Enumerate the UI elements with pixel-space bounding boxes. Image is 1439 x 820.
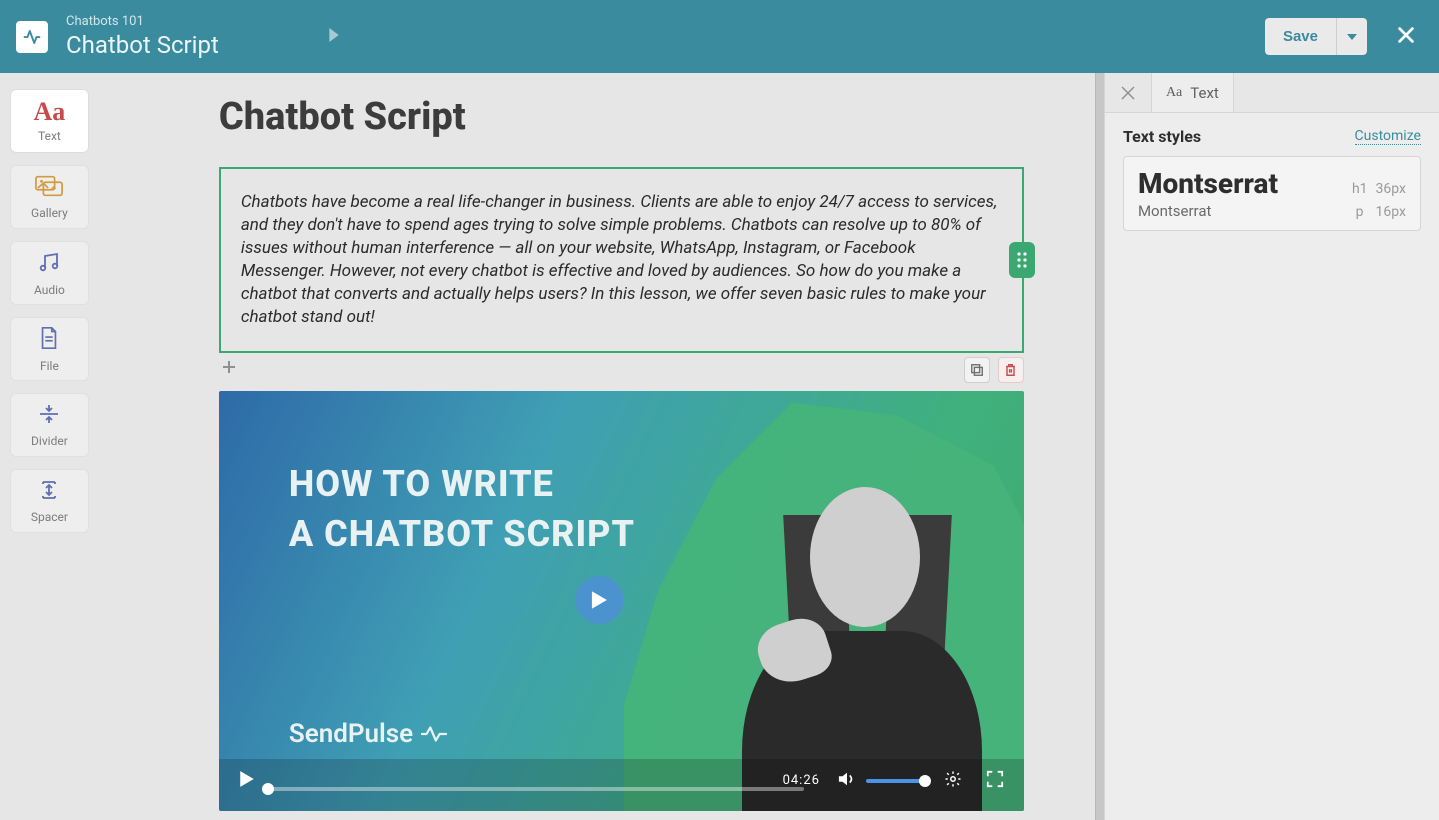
volume-icon xyxy=(838,771,856,787)
style-body-font: Montserrat xyxy=(1138,202,1211,220)
tool-label: File xyxy=(40,359,59,373)
video-settings-button[interactable] xyxy=(940,766,966,795)
tool-text[interactable]: Aa Text xyxy=(10,89,89,153)
pulse-icon xyxy=(421,724,447,744)
block-toolbar xyxy=(219,357,1024,383)
play-icon xyxy=(239,770,255,788)
breadcrumb-forward-icon[interactable] xyxy=(329,27,339,46)
tool-file[interactable]: File xyxy=(10,317,89,381)
video-volume-slider[interactable] xyxy=(866,779,926,783)
page-title[interactable]: Chatbot Script xyxy=(219,95,1024,139)
tool-rail: Aa Text Gallery Audio xyxy=(0,73,99,820)
video-time: 04:26 xyxy=(783,773,820,788)
style-h1-tag: h1 xyxy=(1352,181,1368,197)
right-panel: Aa Text Text styles Customize Montserrat… xyxy=(1104,73,1439,820)
tool-divider[interactable]: Divider xyxy=(10,393,89,457)
music-icon xyxy=(37,250,61,279)
breadcrumb-parent[interactable]: Chatbots 101 xyxy=(66,14,219,29)
text-small-icon: Aa xyxy=(1166,85,1182,101)
duplicate-block-button[interactable] xyxy=(964,357,990,383)
text-block-content[interactable]: Chatbots have become a real life-changer… xyxy=(241,192,997,327)
file-icon xyxy=(38,326,60,355)
customize-link[interactable]: Customize xyxy=(1355,128,1421,145)
video-progress-thumb[interactable] xyxy=(262,783,274,795)
trash-icon xyxy=(1004,363,1017,377)
breadcrumb: Chatbots 101 Chatbot Script xyxy=(66,14,219,59)
presenter-image xyxy=(674,451,1014,811)
plus-icon xyxy=(222,360,236,374)
video-block[interactable]: HOW TO WRITE A CHATBOT SCRIPT SendPulse xyxy=(219,391,1024,811)
tab-text[interactable]: Aa Text xyxy=(1152,73,1234,112)
tool-label: Divider xyxy=(31,434,68,448)
video-controls: 04:26 xyxy=(219,759,1024,811)
drag-handle[interactable] xyxy=(1009,242,1035,278)
style-heading-font: Montserrat xyxy=(1138,167,1278,200)
text-icon: Aa xyxy=(34,99,66,125)
gear-icon xyxy=(944,770,962,788)
save-button[interactable]: Save xyxy=(1265,18,1336,55)
video-title-line1: HOW TO WRITE xyxy=(289,463,635,505)
tool-label: Audio xyxy=(34,283,65,297)
fullscreen-icon xyxy=(986,770,1004,788)
duplicate-icon xyxy=(970,363,984,377)
tool-label: Spacer xyxy=(31,510,68,524)
tool-label: Text xyxy=(38,129,61,143)
video-overlay-title: HOW TO WRITE A CHATBOT SCRIPT xyxy=(289,463,635,555)
panel-section-heading: Text styles xyxy=(1123,127,1201,146)
delete-block-button[interactable] xyxy=(998,357,1024,383)
tab-design[interactable] xyxy=(1105,73,1152,112)
tool-audio[interactable]: Audio xyxy=(10,241,89,305)
gallery-icon xyxy=(35,175,63,202)
text-style-card[interactable]: Montserrat h1 36px Montserrat p 16px xyxy=(1123,156,1421,231)
play-icon xyxy=(591,590,609,610)
panel-tabs: Aa Text xyxy=(1105,73,1439,113)
video-title-line2: A CHATBOT SCRIPT xyxy=(289,513,635,555)
style-h1-size: 36px xyxy=(1376,181,1406,197)
drag-icon xyxy=(1016,251,1028,269)
save-button-group: Save xyxy=(1265,18,1367,55)
video-mute-button[interactable] xyxy=(834,767,860,794)
close-icon xyxy=(1395,24,1417,46)
video-brand-logo: SendPulse xyxy=(289,719,447,749)
spacer-icon xyxy=(37,479,61,506)
add-block-button[interactable] xyxy=(217,355,241,379)
tool-gallery[interactable]: Gallery xyxy=(10,165,89,229)
tool-label: Gallery xyxy=(31,206,68,220)
video-progress-bar[interactable] xyxy=(265,787,804,791)
page-title-header: Chatbot Script xyxy=(66,31,219,59)
divider-icon xyxy=(37,403,61,430)
video-volume xyxy=(834,767,926,794)
editor-canvas[interactable]: Chatbot Script Chatbots have become a re… xyxy=(99,73,1104,820)
style-p-size: 16px xyxy=(1376,204,1406,220)
video-play-button[interactable] xyxy=(576,576,624,624)
video-play-small-button[interactable] xyxy=(235,766,259,795)
tool-spacer[interactable]: Spacer xyxy=(10,469,89,533)
text-block-selected[interactable]: Chatbots have become a real life-changer… xyxy=(219,167,1024,353)
tab-label: Text xyxy=(1190,84,1219,102)
video-fullscreen-button[interactable] xyxy=(982,766,1008,795)
topbar: Chatbots 101 Chatbot Script Save xyxy=(0,0,1439,73)
close-button[interactable] xyxy=(1389,18,1423,55)
design-icon xyxy=(1119,84,1137,102)
style-p-tag: p xyxy=(1356,204,1364,220)
app-logo[interactable] xyxy=(16,21,48,53)
save-dropdown-button[interactable] xyxy=(1336,18,1367,55)
